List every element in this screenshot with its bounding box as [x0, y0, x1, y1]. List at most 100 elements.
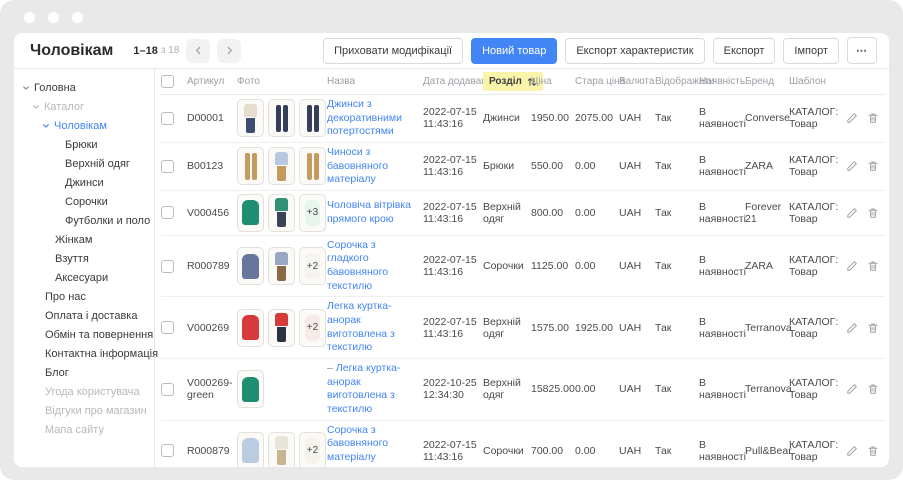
product-display-flag: Так [655, 445, 699, 457]
column-header-avail[interactable]: Наявність [699, 76, 745, 87]
sidebar-item-17[interactable]: Відгуки про магазин [14, 401, 154, 420]
edit-button[interactable] [846, 207, 858, 219]
import-button[interactable]: Імпорт [783, 38, 839, 64]
sidebar-item-12[interactable]: Оплата і доставка [14, 306, 154, 325]
sidebar-item-1[interactable]: Каталог [14, 97, 154, 116]
product-photo[interactable] [268, 432, 295, 467]
window-dot[interactable] [72, 12, 83, 23]
product-photo[interactable] [237, 247, 264, 285]
more-photos-badge[interactable]: +3 [299, 194, 326, 232]
select-all-checkbox[interactable] [161, 75, 174, 88]
column-header-sku[interactable]: Артикул [187, 76, 237, 87]
column-header-price[interactable]: Ціна [531, 76, 575, 87]
more-photos-badge[interactable]: +2 [299, 309, 326, 347]
row-checkbox[interactable] [161, 260, 174, 273]
sidebar-item-16[interactable]: Угода користувача [14, 382, 154, 401]
window-dot[interactable] [24, 12, 35, 23]
edit-button[interactable] [846, 322, 858, 334]
edit-button[interactable] [846, 383, 858, 395]
next-page-button[interactable] [217, 39, 241, 63]
product-photo[interactable] [268, 99, 295, 137]
row-checkbox[interactable] [161, 383, 174, 396]
sidebar-item-0[interactable]: Головна [14, 78, 154, 97]
sidebar-item-14[interactable]: Контактна інформація [14, 344, 154, 363]
export-characteristics-button[interactable]: Експорт характеристик [565, 38, 704, 64]
delete-button[interactable] [867, 207, 879, 219]
delete-button[interactable] [867, 322, 879, 334]
window-dot[interactable] [48, 12, 59, 23]
export-button[interactable]: Експорт [713, 38, 776, 64]
row-checkbox[interactable] [161, 321, 174, 334]
sidebar-item-18[interactable]: Мапа сайту [14, 420, 154, 439]
delete-button[interactable] [867, 383, 879, 395]
sidebar-item-7[interactable]: Футболки и поло [14, 211, 154, 230]
column-header-currency[interactable]: Валюта [619, 76, 655, 87]
delete-button[interactable] [867, 112, 879, 124]
modification-dash: – [327, 362, 333, 374]
row-checkbox[interactable] [161, 206, 174, 219]
sidebar-item-label: Чоловікам [54, 120, 107, 132]
more-actions-button[interactable]: ⋯ [847, 37, 877, 64]
edit-button[interactable] [846, 160, 858, 172]
product-photo[interactable] [237, 194, 264, 232]
product-photo[interactable] [268, 147, 295, 185]
column-header-display[interactable]: Відображати [655, 76, 699, 87]
sidebar-item-2[interactable]: Чоловікам [14, 116, 154, 135]
model-figure-graphic [275, 152, 288, 181]
edit-button[interactable] [846, 445, 858, 457]
column-header-date[interactable]: Дата додавання [423, 76, 483, 87]
sidebar-item-4[interactable]: Верхній одяг [14, 154, 154, 173]
product-photo[interactable] [237, 99, 264, 137]
more-photos-badge[interactable]: +2 [299, 247, 326, 285]
sidebar-item-10[interactable]: Аксесуари [14, 268, 154, 287]
product-name-link[interactable]: Джинси з декоративними потертостями [327, 98, 402, 137]
product-photo[interactable] [268, 194, 295, 232]
row-checkbox[interactable] [161, 160, 174, 173]
product-name-link[interactable]: Легка куртка-анорак виготовлена з тексти… [327, 300, 395, 353]
product-photo[interactable] [268, 247, 295, 285]
more-photos-count: +3 [307, 207, 318, 218]
hide-modifications-button[interactable]: Приховати модифікації [323, 38, 463, 64]
delete-button[interactable] [867, 260, 879, 272]
column-header-photo[interactable]: Фото [237, 76, 327, 87]
column-header-brand[interactable]: Бренд [745, 76, 789, 87]
edit-button[interactable] [846, 112, 858, 124]
product-photo[interactable] [237, 309, 264, 347]
row-checkbox[interactable] [161, 112, 174, 125]
sidebar-item-11[interactable]: Про нас [14, 287, 154, 306]
product-name-link[interactable]: Чоловіча вітрівка прямого крою [327, 199, 411, 225]
column-header-section[interactable]: Розділ [483, 72, 531, 91]
sidebar-item-6[interactable]: Сорочки [14, 192, 154, 211]
row-checkbox[interactable] [161, 444, 174, 457]
prev-page-button[interactable] [186, 39, 210, 63]
product-photo[interactable] [299, 147, 326, 185]
column-header-oldprice[interactable]: Стара ціна [575, 76, 619, 87]
sidebar-item-3[interactable]: Брюки [14, 135, 154, 154]
product-name-link[interactable]: Сорочка з гладкого бавовняного текстилю [327, 239, 388, 292]
product-old-price: 0.00 [575, 207, 619, 219]
product-photo[interactable] [268, 309, 295, 347]
edit-button[interactable] [846, 260, 858, 272]
sidebar-item-15[interactable]: Блог [14, 363, 154, 382]
product-name-link[interactable]: Сорочка з бавовняного матеріалу притален… [327, 424, 415, 467]
sidebar-item-13[interactable]: Обмін та повернення [14, 325, 154, 344]
table-row: B00123Чиноси з бавовняного матеріалу2022… [161, 143, 885, 191]
column-header-name[interactable]: Назва [327, 75, 423, 88]
product-price: 700.00 [531, 445, 575, 457]
product-photo[interactable] [237, 147, 264, 185]
more-photos-badge[interactable]: +2 [299, 432, 326, 467]
sidebar-item-9[interactable]: Взуття [14, 249, 154, 268]
product-name-cell: Легка куртка-анорак виготовлена з тексти… [327, 300, 423, 355]
sidebar-item-8[interactable]: Жінкам [14, 230, 154, 249]
product-photo[interactable] [299, 99, 326, 137]
product-photo[interactable] [237, 370, 264, 408]
column-header-template[interactable]: Шаблон [789, 76, 845, 87]
sidebar-item-5[interactable]: Джинси [14, 173, 154, 192]
new-product-button[interactable]: Новий товар [471, 38, 557, 64]
product-name-link[interactable]: Легка куртка-анорак виготовлена з тексти… [327, 362, 400, 415]
product-brand: Terranova [745, 322, 789, 334]
product-name-link[interactable]: Чиноси з бавовняного матеріалу [327, 146, 388, 185]
delete-button[interactable] [867, 445, 879, 457]
delete-button[interactable] [867, 160, 879, 172]
product-photo[interactable] [237, 432, 264, 467]
